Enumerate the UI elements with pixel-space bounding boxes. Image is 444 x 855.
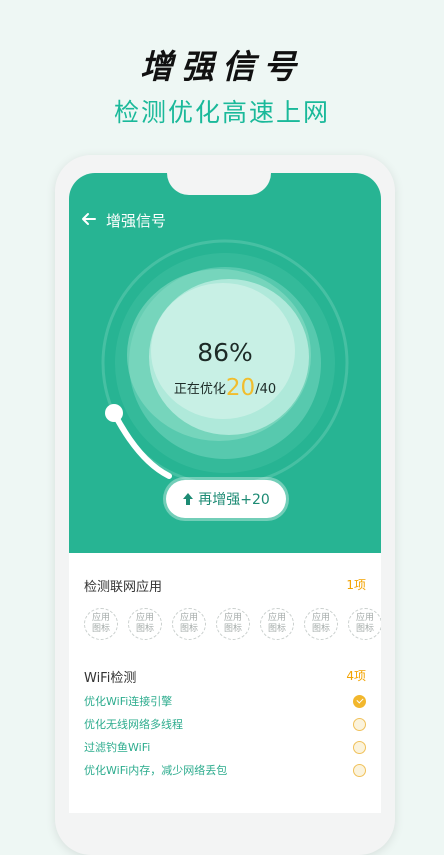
app-icon-label-line1: 应用 <box>179 613 198 623</box>
app-icon-label-line2: 图标 <box>223 624 242 634</box>
arrow-left-icon[interactable] <box>80 210 98 228</box>
app-icon-label-line2: 图标 <box>267 624 286 634</box>
pending-circle-icon <box>353 717 366 731</box>
promo-subtitle: 检测优化高速上网 <box>113 98 330 127</box>
app-icon-label-line1: 应用 <box>135 613 154 623</box>
promo-title: 增强信号 <box>140 47 304 86</box>
app-icon-label-line1: 应用 <box>91 613 110 623</box>
boost-button[interactable]: 再增强+20 <box>166 480 286 518</box>
boost-button-label: 再增强+20 <box>198 492 270 508</box>
app-icon-label-line2: 图标 <box>91 624 110 634</box>
app-icon-label-line2: 图标 <box>355 624 374 634</box>
app-icon-label-line1: 应用 <box>311 613 330 623</box>
arrow-up-icon <box>183 493 194 505</box>
app-icon-label-line2: 图标 <box>311 624 330 634</box>
app-icon-placeholder: 应用 图标 <box>216 608 250 640</box>
app-icon-label-line1: 应用 <box>223 613 242 623</box>
wifi-check-label: 优化无线网络多线程 <box>84 718 183 731</box>
check-circle-icon <box>353 694 366 708</box>
app-icon-placeholder: 应用 图标 <box>128 608 162 640</box>
wifi-check-label: 优化WiFi内存，减少网络丢包 <box>84 764 228 777</box>
app-icon-placeholder: 应用 图标 <box>172 608 206 640</box>
wifi-section-title: WiFi检测 <box>84 671 137 686</box>
wifi-check-label: 优化WiFi连接引擎 <box>84 695 173 708</box>
app-icon-label-line2: 图标 <box>179 624 198 634</box>
progress-status: 正在优化20/40 <box>69 375 381 401</box>
app-icon-label-line1: 应用 <box>355 613 374 623</box>
apps-section-header: 检测联网应用 1项 <box>84 576 366 595</box>
apps-section-count: 1项 <box>346 578 366 592</box>
wifi-check-item[interactable]: 优化WiFi内存，减少网络丢包 <box>84 762 366 778</box>
progress-current: 20 <box>225 375 256 401</box>
wifi-check-label: 过滤钓鱼WiFi <box>84 741 151 754</box>
page-title: 增强信号 <box>106 212 167 230</box>
wifi-check-item[interactable]: 过滤钓鱼WiFi <box>84 739 366 755</box>
progress-status-label: 正在优化 <box>173 382 226 397</box>
app-icon-label-line1: 应用 <box>267 613 286 623</box>
pending-circle-icon <box>353 740 366 754</box>
wifi-check-item[interactable]: 优化无线网络多线程 <box>84 716 366 732</box>
app-icon-placeholder: 应用 图标 <box>304 608 338 640</box>
app-icon-placeholder: 应用 图标 <box>348 608 381 640</box>
app-icon-placeholder: 应用 图标 <box>260 608 294 640</box>
signal-hero-panel: 增强信号 86% 正在优化20/40 再增强+20 <box>69 173 381 553</box>
phone-notch <box>167 173 271 195</box>
progress-total: /40 <box>255 382 277 397</box>
wifi-section-count: 4项 <box>346 669 366 683</box>
app-icon-placeholder: 应用 图标 <box>84 608 118 640</box>
wifi-check-item[interactable]: 优化WiFi连接引擎 <box>84 693 366 709</box>
pending-circle-icon <box>353 763 366 777</box>
progress-percent: 86% <box>197 338 253 367</box>
apps-section-title: 检测联网应用 <box>84 580 163 595</box>
app-icon-label-line2: 图标 <box>135 624 154 634</box>
phone-screen: 增强信号 86% 正在优化20/40 再增强+20 检测联网应用 1项 应用 图… <box>69 173 381 813</box>
app-icon-list: 应用 图标 应用 图标 应用 图标 应用 图标 应用 图标 应用 图标 应用 图标 <box>84 608 381 640</box>
wifi-section-header: WiFi检测 4项 <box>84 667 366 686</box>
